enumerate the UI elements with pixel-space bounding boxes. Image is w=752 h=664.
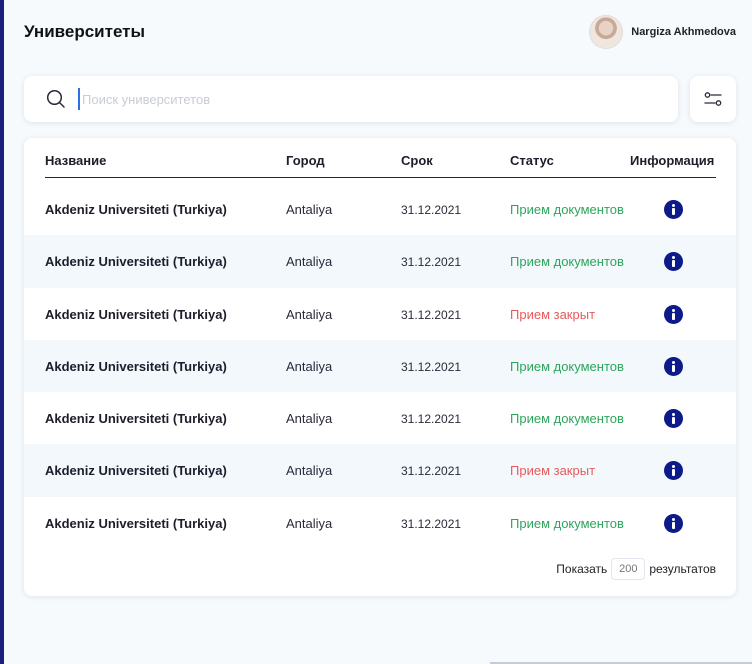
city: Antaliya bbox=[286, 463, 333, 479]
city: Antaliya bbox=[286, 411, 333, 427]
user-profile[interactable]: Nargiza Akhmedova bbox=[589, 15, 736, 49]
city: Antaliya bbox=[286, 515, 333, 531]
table-header: Название Город Срок Статус Информация bbox=[45, 138, 716, 178]
table-row[interactable]: Akdeniz Universiteti (Turkiya) Antaliya … bbox=[24, 183, 736, 235]
info-icon[interactable] bbox=[664, 513, 683, 533]
user-name: Nargiza Akhmedova bbox=[631, 26, 736, 38]
university-name: Akdeniz Universiteti (Turkiya) bbox=[45, 358, 227, 374]
university-name: Akdeniz Universiteti (Turkiya) bbox=[45, 202, 227, 217]
status: Прием закрыт bbox=[510, 306, 596, 322]
university-name: Akdeniz Universiteti (Turkiya) bbox=[45, 254, 227, 270]
search-input[interactable] bbox=[78, 88, 638, 110]
info-icon[interactable] bbox=[664, 409, 683, 429]
deadline: 31.12.2021 bbox=[401, 359, 462, 374]
city: Antaliya bbox=[286, 306, 333, 322]
table-row[interactable]: Akdeniz Universiteti (Turkiya) Antaliya … bbox=[24, 444, 736, 497]
header-deadline: Срок bbox=[401, 153, 433, 168]
info-icon[interactable] bbox=[664, 252, 683, 272]
info-icon[interactable] bbox=[664, 304, 683, 324]
left-edge-accent bbox=[0, 0, 4, 664]
info-icon[interactable] bbox=[664, 200, 683, 219]
universities-table-card: Название Город Срок Статус Информация Ak… bbox=[24, 138, 736, 596]
city: Antaliya bbox=[286, 254, 333, 270]
deadline: 31.12.2021 bbox=[401, 255, 462, 270]
table-row[interactable]: Akdeniz Universiteti (Turkiya) Antaliya … bbox=[24, 235, 736, 288]
status: Прием документов bbox=[510, 202, 624, 217]
status: Прием документов bbox=[510, 358, 624, 374]
search-bar bbox=[24, 76, 678, 122]
header-status: Статус bbox=[510, 153, 554, 168]
table-body: Akdeniz Universiteti (Turkiya) Antaliya … bbox=[24, 183, 736, 549]
deadline: 31.12.2021 bbox=[401, 203, 462, 217]
university-name: Akdeniz Universiteti (Turkiya) bbox=[45, 463, 227, 479]
table-row[interactable]: Akdeniz Universiteti (Turkiya) Antaliya … bbox=[24, 497, 736, 549]
page-title: Университеты bbox=[24, 22, 146, 41]
status: Прием закрыт bbox=[510, 463, 596, 479]
header-city: Город bbox=[286, 153, 325, 168]
table-row[interactable]: Akdeniz Universiteti (Turkiya) Antaliya … bbox=[24, 339, 736, 393]
deadline: 31.12.2021 bbox=[401, 516, 462, 531]
header-name: Название bbox=[45, 153, 107, 168]
pagination: Показать результатов bbox=[556, 558, 716, 580]
search-icon bbox=[46, 89, 65, 108]
city: Antaliya bbox=[286, 202, 333, 217]
status: Прием документов bbox=[510, 254, 624, 270]
table-row[interactable]: Akdeniz Universiteti (Turkiya) Antaliya … bbox=[24, 392, 736, 444]
filter-button[interactable] bbox=[690, 76, 736, 122]
university-name: Akdeniz Universiteti (Turkiya) bbox=[45, 306, 227, 322]
table-row[interactable]: Akdeniz Universiteti (Turkiya) Antaliya … bbox=[24, 288, 736, 340]
header-info: Информация bbox=[630, 153, 715, 168]
university-name: Akdeniz Universiteti (Turkiya) bbox=[45, 411, 227, 427]
info-icon[interactable] bbox=[664, 461, 683, 481]
deadline: 31.12.2021 bbox=[401, 412, 462, 427]
avatar[interactable] bbox=[589, 15, 624, 49]
deadline: 31.12.2021 bbox=[401, 307, 462, 322]
city: Antaliya bbox=[286, 358, 333, 374]
page-size-input[interactable] bbox=[611, 558, 646, 580]
status: Прием документов bbox=[510, 515, 624, 531]
show-label: Показать bbox=[556, 562, 608, 576]
status: Прием документов bbox=[510, 411, 624, 427]
filter-sliders-icon bbox=[704, 92, 722, 106]
results-label: результатов bbox=[649, 562, 716, 576]
university-name: Akdeniz Universiteti (Turkiya) bbox=[45, 515, 227, 531]
deadline: 31.12.2021 bbox=[401, 464, 462, 479]
info-icon[interactable] bbox=[664, 356, 683, 376]
